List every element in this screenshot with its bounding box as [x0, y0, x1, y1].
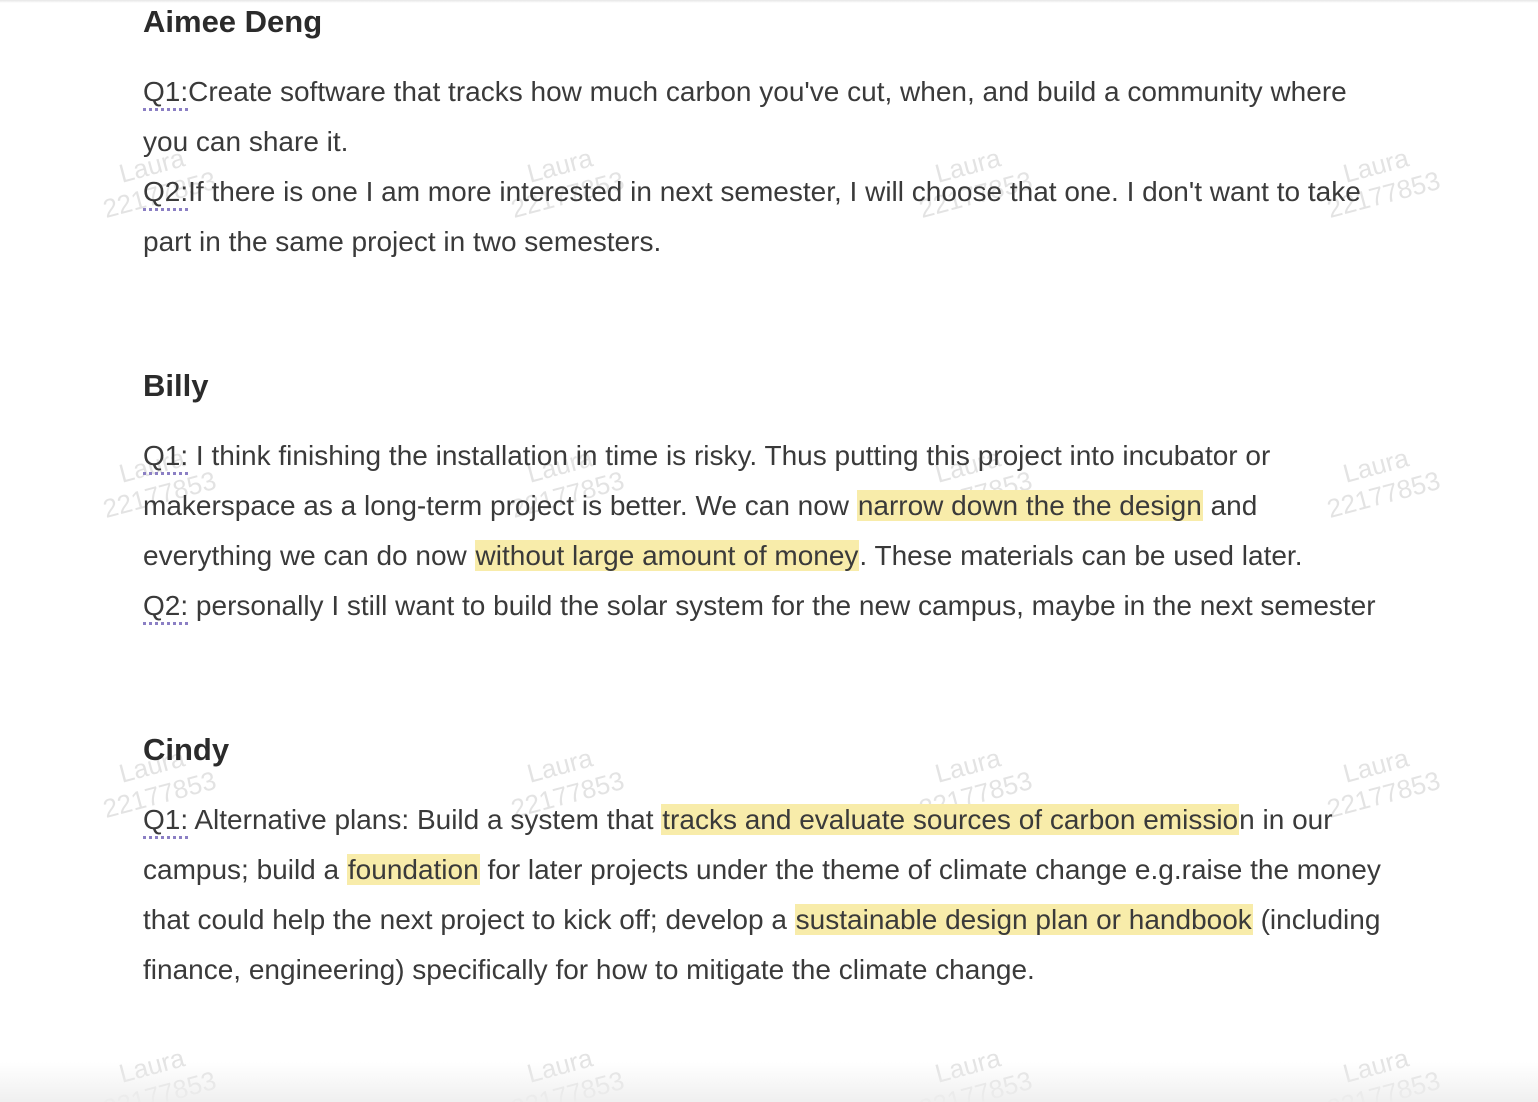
question-label: Q1:: [143, 76, 189, 107]
watermark: Laura22177853: [500, 1036, 628, 1102]
answer-text: If there is one I am more interested in …: [143, 176, 1361, 257]
watermark-id: 22177853: [99, 1065, 220, 1102]
watermark-name: Laura: [523, 1042, 596, 1089]
answer-text: . These materials can be used later.: [859, 540, 1303, 571]
watermark-name: Laura: [1339, 1042, 1412, 1089]
highlighted-text: sustainable design plan or handbook: [794, 904, 1253, 935]
question-label: Q2:: [143, 590, 189, 621]
answer-q2: Q2: personally I still want to build the…: [143, 581, 1393, 631]
document-body: Aimee Deng Q1:Create software that track…: [143, 0, 1393, 995]
watermark: Laura22177853: [92, 1036, 220, 1102]
answer-q2: Q2:If there is one I am more interested …: [143, 167, 1393, 267]
watermark-id: 22177853: [1323, 1065, 1444, 1102]
highlighted-text: tracks and evaluate sources of carbon em…: [661, 804, 1240, 835]
watermark-id: 22177853: [915, 1065, 1036, 1102]
answer-text: Create software that tracks how much car…: [143, 76, 1347, 157]
watermark-name: Laura: [115, 1042, 188, 1089]
watermark: Laura22177853: [908, 1036, 1036, 1102]
answer-text: personally I still want to build the sol…: [188, 590, 1376, 621]
watermark-name: Laura: [931, 1042, 1004, 1089]
question-label: Q1:: [143, 804, 189, 835]
highlighted-text: narrow down the the design: [856, 490, 1203, 521]
answer-q1: Q1:Create software that tracks how much …: [143, 67, 1393, 167]
highlighted-text: without large amount of money: [474, 540, 860, 571]
section-heading: Cindy: [143, 732, 230, 767]
answer-q1: Q1: I think finishing the installation i…: [143, 431, 1393, 581]
section-billy: Billy Q1: I think finishing the installa…: [143, 267, 1393, 631]
bottom-fade: [0, 1062, 1538, 1102]
section-cindy: Cindy Q1: Alternative plans: Build a sys…: [143, 631, 1393, 995]
highlighted-text: foundation: [346, 854, 480, 885]
question-label: Q2:: [143, 176, 189, 207]
section-aimee-deng: Aimee Deng Q1:Create software that track…: [143, 2, 1393, 267]
watermark-id: 22177853: [507, 1065, 628, 1102]
answer-q1: Q1: Alternative plans: Build a system th…: [143, 795, 1393, 995]
answer-text: Alternative plans: Build a system that: [188, 804, 662, 835]
question-label: Q1:: [143, 440, 189, 471]
watermark: Laura22177853: [1316, 1036, 1444, 1102]
section-heading: Billy: [143, 368, 209, 403]
section-heading: Aimee Deng: [143, 4, 323, 39]
